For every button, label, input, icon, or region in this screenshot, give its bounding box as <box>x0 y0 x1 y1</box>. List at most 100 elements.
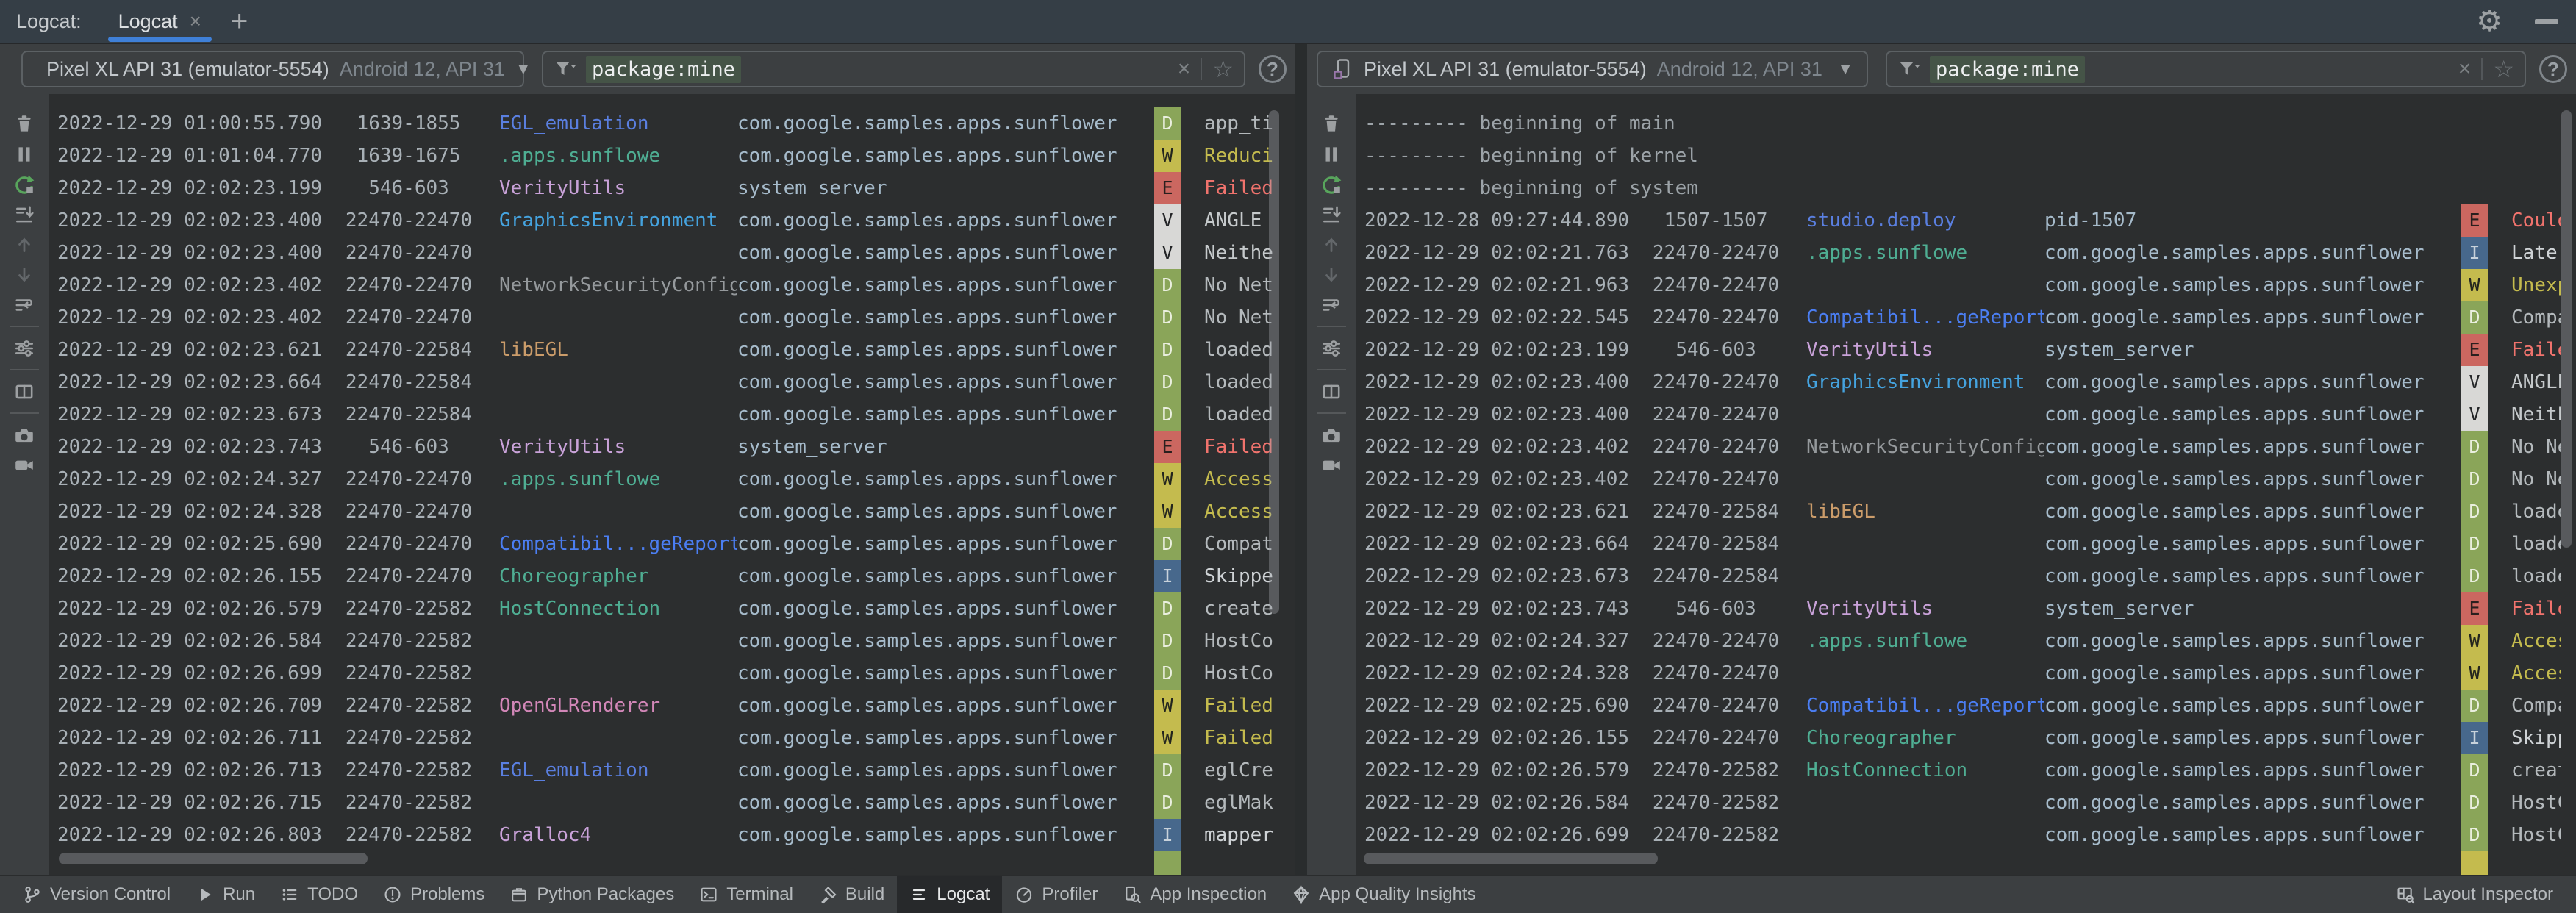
log-row[interactable]: 2022-12-29 02:02:23.199 546-603 VerityUtil… <box>49 172 1284 204</box>
log-row[interactable]: 2022-12-29 02:02:25.690 22470-22470 Compat… <box>49 528 1284 560</box>
help-icon[interactable]: ? <box>1259 55 1287 83</box>
statusbar-item-todo[interactable]: TODO <box>268 876 371 913</box>
log-row[interactable]: --------- beginning of kernel <box>1356 140 2561 172</box>
scroll-to-end-icon[interactable] <box>7 199 41 229</box>
split-panels-icon[interactable] <box>1314 376 1348 407</box>
screen-record-icon[interactable] <box>1314 450 1348 480</box>
vertical-scrollbar[interactable] <box>2561 110 2572 548</box>
pause-logcat-icon[interactable] <box>1314 139 1348 169</box>
screen-record-icon[interactable] <box>7 450 41 480</box>
soft-wrap-icon[interactable] <box>7 290 41 320</box>
restart-logcat-icon[interactable] <box>7 169 41 199</box>
log-row[interactable]: 2022-12-29 02:02:23.400 22470-22470 Graphi… <box>1356 366 2561 398</box>
device-selector[interactable]: Pixel XL API 31 (emulator-5554) Android … <box>1317 51 1868 87</box>
log-row[interactable]: 2022-12-29 02:02:26.709 22470-22582 OpenGL… <box>49 690 1284 722</box>
next-occurrence-icon[interactable] <box>1314 259 1348 290</box>
horizontal-scrollbar[interactable] <box>1364 853 1658 864</box>
log-row[interactable]: 2022-12-29 02:02:23.199 546-603 VerityUtil… <box>1356 334 2561 366</box>
hide-tool-window-icon[interactable] <box>2535 18 2558 24</box>
log-row[interactable]: 2022-12-29 02:02:23.673 22470-22584 com.go… <box>49 398 1284 431</box>
statusbar-item-version-control[interactable]: Version Control <box>10 876 183 913</box>
log-row[interactable]: 2022-12-29 02:02:23.400 22470-22470 com.go… <box>1356 398 2561 431</box>
help-icon[interactable]: ? <box>2539 55 2567 83</box>
log-view[interactable]: 2022-12-29 01:00:55.790 1639-1855 EGL_emul… <box>49 94 1295 875</box>
log-row[interactable]: 2022-12-29 02:02:26.699 22470-22582 com.go… <box>1356 819 2561 851</box>
log-row[interactable]: 2022-12-29 02:02:23.621 22470-22584 libEGL… <box>1356 495 2561 528</box>
log-row[interactable]: 2022-12-29 01:01:04.770 1639-1675 .apps.su… <box>49 140 1284 172</box>
screenshot-icon[interactable] <box>1314 420 1348 450</box>
log-row[interactable]: --------- beginning of system <box>1356 172 2561 204</box>
statusbar-item-app-quality-insights[interactable]: App Quality Insights <box>1279 876 1488 913</box>
clear-logcat-icon[interactable] <box>7 109 41 139</box>
log-row[interactable]: 2022-12-29 02:02:26.715 22470-22582 com.go… <box>49 787 1284 819</box>
log-row[interactable]: 2022-12-29 02:02:26.584 22470-22582 com.go… <box>49 625 1284 657</box>
log-row[interactable]: 2022-12-29 02:02:26.584 22470-22582 com.go… <box>1356 787 2561 819</box>
screenshot-icon[interactable] <box>7 420 41 450</box>
close-tab-icon[interactable]: × <box>190 11 201 32</box>
log-row[interactable]: 2022-12-29 02:02:23.402 22470-22470 com.go… <box>1356 463 2561 495</box>
log-row[interactable]: 2022-12-29 02:02:23.402 22470-22470 com.go… <box>49 301 1284 334</box>
vertical-scrollbar[interactable] <box>1269 110 1279 614</box>
statusbar-item-layout-inspector[interactable]: Layout Inspector <box>2383 876 2566 913</box>
logcat-settings-icon[interactable] <box>7 333 41 363</box>
scroll-to-end-icon[interactable] <box>1314 199 1348 229</box>
logcat-settings-icon[interactable] <box>1314 333 1348 363</box>
statusbar-item-logcat[interactable]: Logcat <box>897 876 1003 913</box>
log-row[interactable]: 2022-12-29 02:02:26.579 22470-22582 HostCo… <box>1356 754 2561 787</box>
clear-logcat-icon[interactable] <box>1314 109 1348 139</box>
log-row[interactable]: 2022-12-29 02:02:23.743 546-603 VerityUtil… <box>49 431 1284 463</box>
previous-occurrence-icon[interactable] <box>1314 229 1348 259</box>
restart-logcat-icon[interactable] <box>1314 169 1348 199</box>
statusbar-item-profiler[interactable]: Profiler <box>1002 876 1110 913</box>
log-row[interactable]: 2022-12-29 01:00:55.790 1639-1855 EGL_emul… <box>49 107 1284 140</box>
log-row[interactable]: 2022-12-29 02:02:26.711 22470-22582 com.go… <box>49 722 1284 754</box>
log-row[interactable]: 2022-12-29 02:02:23.743 546-603 VerityUtil… <box>1356 592 2561 625</box>
log-view[interactable]: --------- beginning of main --------- beg… <box>1356 94 2576 875</box>
next-occurrence-icon[interactable] <box>7 259 41 290</box>
statusbar-item-python-packages[interactable]: Python Packages <box>497 876 687 913</box>
log-row[interactable]: 2022-12-29 02:02:22.545 22470-22470 Compat… <box>1356 301 2561 334</box>
log-row[interactable]: 2022-12-29 02:02:21.763 22470-22470 .apps.… <box>1356 237 2561 269</box>
statusbar-item-run[interactable]: Run <box>183 876 268 913</box>
log-row[interactable]: 2022-12-29 02:02:26.155 22470-22470 Choreo… <box>49 560 1284 592</box>
horizontal-scrollbar[interactable] <box>59 853 368 864</box>
split-panels-icon[interactable] <box>7 376 41 407</box>
log-row[interactable]: 2022-12-29 02:02:23.664 22470-22584 com.go… <box>1356 528 2561 560</box>
new-logcat-tab-button[interactable]: + <box>231 7 248 36</box>
soft-wrap-icon[interactable] <box>1314 290 1348 320</box>
log-row[interactable]: 2022-12-29 02:02:24.327 22470-22470 .apps.… <box>1356 625 2561 657</box>
logcat-filter-input[interactable]: package:mine × ☆ <box>542 51 1245 87</box>
log-row[interactable]: 2022-12-29 02:02:25.690 22470-22470 Compat… <box>1356 690 2561 722</box>
log-row[interactable]: 2022-12-28 09:27:44.890 1507-1507 studio.d… <box>1356 204 2561 237</box>
logcat-filter-input[interactable]: package:mine × ☆ <box>1886 51 2526 87</box>
log-row[interactable]: 2022-12-29 02:02:24.327 22470-22470 .apps.… <box>49 463 1284 495</box>
favorite-filter-star-icon[interactable]: ☆ <box>2493 57 2514 81</box>
pause-logcat-icon[interactable] <box>7 139 41 169</box>
log-row[interactable]: 2022-12-29 02:02:23.621 22470-22584 libEGL… <box>49 334 1284 366</box>
log-row[interactable]: 2022-12-29 02:02:21.963 22470-22470 com.go… <box>1356 269 2561 301</box>
previous-occurrence-icon[interactable] <box>7 229 41 259</box>
log-row[interactable]: 2022-12-29 02:02:24.328 22470-22470 com.go… <box>1356 657 2561 690</box>
log-row[interactable]: 2022-12-29 02:02:23.673 22470-22584 com.go… <box>1356 560 2561 592</box>
log-row[interactable]: 2022-12-29 02:02:26.155 22470-22470 Choreo… <box>1356 722 2561 754</box>
log-row[interactable]: 2022-12-29 02:02:23.400 22470-22470 com.go… <box>49 237 1284 269</box>
log-row[interactable]: --------- beginning of main <box>1356 107 2561 140</box>
log-row[interactable]: 2022-12-29 02:02:24.328 22470-22470 com.go… <box>49 495 1284 528</box>
tab-logcat[interactable]: Logcat × <box>107 0 212 43</box>
statusbar-item-problems[interactable]: Problems <box>371 876 497 913</box>
panel-divider[interactable] <box>1295 44 1307 875</box>
clear-filter-icon[interactable]: × <box>2458 58 2472 80</box>
log-row[interactable]: 2022-12-29 02:02:23.402 22470-22470 Networ… <box>1356 431 2561 463</box>
settings-gear-icon[interactable]: ⚙ <box>2476 7 2502 36</box>
log-row[interactable]: 2022-12-29 02:02:26.803 22470-22582 Grallo… <box>49 819 1284 851</box>
statusbar-item-terminal[interactable]: Terminal <box>687 876 806 913</box>
statusbar-item-app-inspection[interactable]: App Inspection <box>1110 876 1279 913</box>
log-row[interactable]: 2022-12-29 02:02:26.713 22470-22582 EGL_em… <box>49 754 1284 787</box>
log-row[interactable]: 2022-12-29 02:02:26.699 22470-22582 com.go… <box>49 657 1284 690</box>
log-row[interactable]: 2022-12-29 02:02:26.579 22470-22582 HostCo… <box>49 592 1284 625</box>
favorite-filter-star-icon[interactable]: ☆ <box>1212 57 1234 81</box>
device-selector[interactable]: Pixel XL API 31 (emulator-5554) Android … <box>21 51 532 87</box>
clear-filter-icon[interactable]: × <box>1178 58 1191 80</box>
statusbar-item-build[interactable]: Build <box>806 876 897 913</box>
log-row[interactable]: 2022-12-29 02:02:23.664 22470-22584 com.go… <box>49 366 1284 398</box>
